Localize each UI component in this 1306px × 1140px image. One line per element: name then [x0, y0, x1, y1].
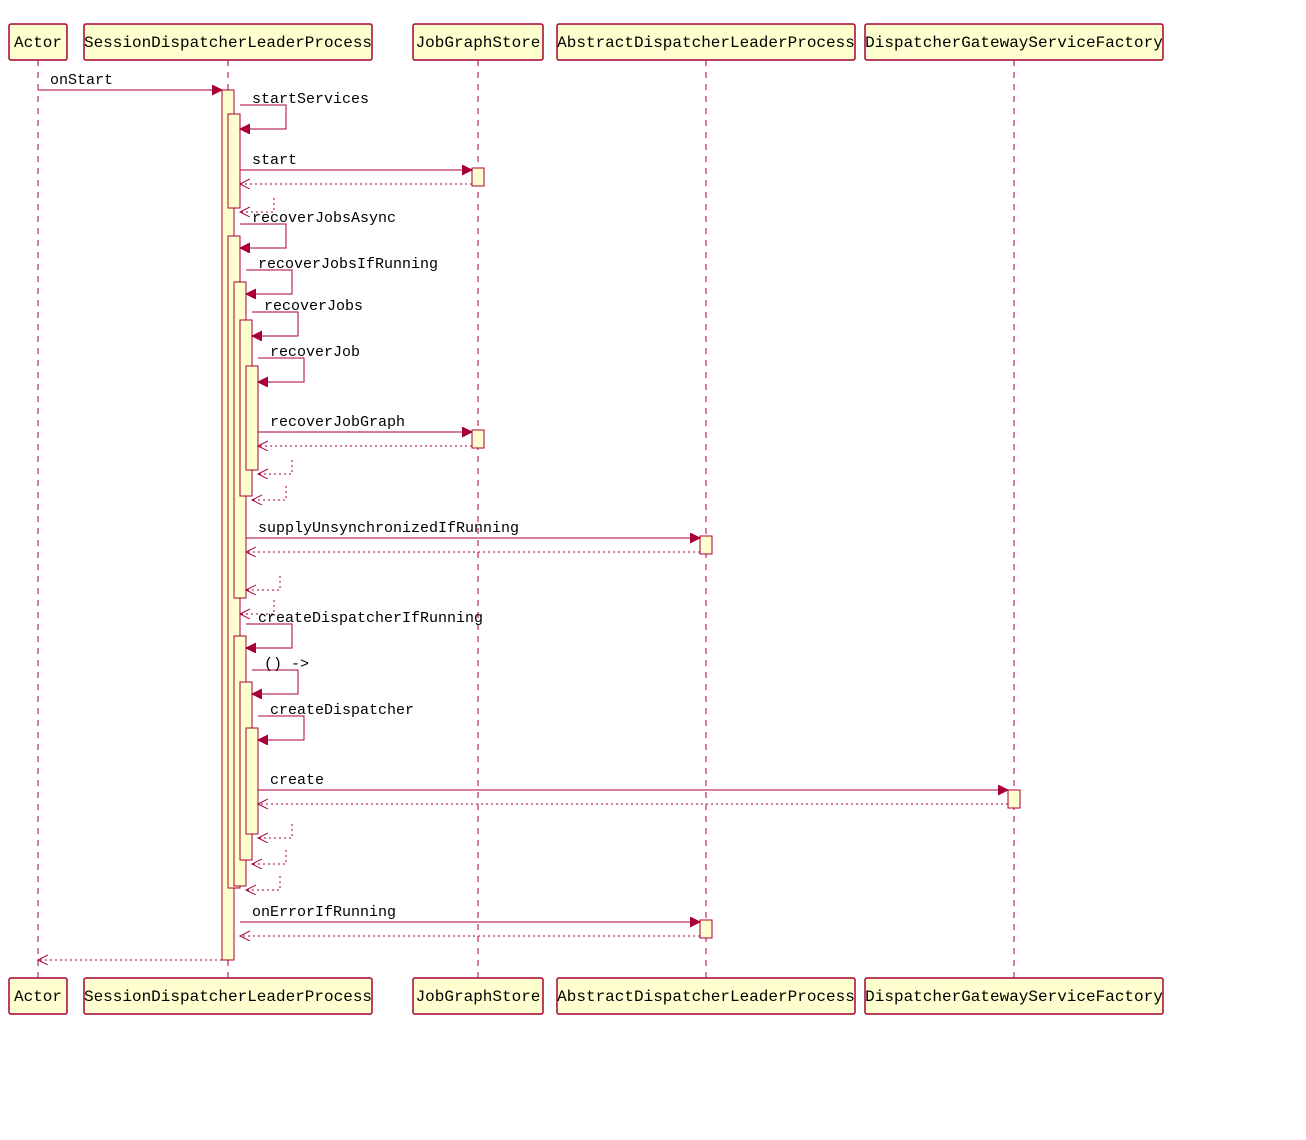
self-message [258, 716, 304, 740]
participant-jgs: JobGraphStore [413, 24, 543, 60]
self-message [258, 358, 304, 382]
participant-label: JobGraphStore [416, 988, 541, 1006]
participant-label: SessionDispatcherLeaderProcess [84, 988, 372, 1006]
message-label: recoverJob [270, 344, 360, 361]
participant-jgs: JobGraphStore [413, 978, 543, 1014]
activation [472, 168, 484, 186]
participant-label: Actor [14, 988, 62, 1006]
message-label: onStart [50, 72, 113, 89]
participant-sdlp: SessionDispatcherLeaderProcess [84, 978, 372, 1014]
message-label: recoverJobsIfRunning [258, 256, 438, 273]
self-message [246, 624, 292, 648]
message-label: onErrorIfRunning [252, 904, 396, 921]
self-return [252, 486, 286, 500]
message-label: () -> [264, 656, 309, 673]
activation [246, 728, 258, 834]
participant-label: JobGraphStore [416, 34, 541, 52]
activation [700, 920, 712, 938]
sequence-diagram: Actor Actor SessionDispatcherLeaderProcess… [0, 0, 1306, 1140]
activation [1008, 790, 1020, 808]
participant-actor: Actor [9, 978, 67, 1014]
participant-adlp: AbstractDispatcherLeaderProcess [557, 978, 855, 1014]
activation [472, 430, 484, 448]
message-label: supplyUnsynchronizedIfRunning [258, 520, 519, 537]
message-label: start [252, 152, 297, 169]
activation [228, 114, 240, 208]
self-return [246, 876, 280, 890]
self-message [246, 270, 292, 294]
participant-adlp: AbstractDispatcherLeaderProcess [557, 24, 855, 60]
self-return [258, 460, 292, 474]
activation [700, 536, 712, 554]
participant-dgsf: DispatcherGatewayServiceFactory [865, 978, 1163, 1014]
message-label: recoverJobsAsync [252, 210, 396, 227]
participant-label: DispatcherGatewayServiceFactory [865, 988, 1163, 1006]
self-message [240, 105, 286, 129]
self-message [252, 670, 298, 694]
self-message [240, 224, 286, 248]
participant-actor: Actor [9, 24, 67, 60]
message-label: create [270, 772, 324, 789]
message-label: createDispatcher [270, 702, 414, 719]
message-label: startServices [252, 91, 369, 108]
participant-sdlp: SessionDispatcherLeaderProcess [84, 24, 372, 60]
participant-label: DispatcherGatewayServiceFactory [865, 34, 1163, 52]
activation [246, 366, 258, 470]
self-message [252, 312, 298, 336]
participant-label: SessionDispatcherLeaderProcess [84, 34, 372, 52]
message-label: createDispatcherIfRunning [258, 610, 483, 627]
self-return [258, 824, 292, 838]
participant-dgsf: DispatcherGatewayServiceFactory [865, 24, 1163, 60]
message-label: recoverJobGraph [270, 414, 405, 431]
participant-label: Actor [14, 34, 62, 52]
participant-label: AbstractDispatcherLeaderProcess [557, 34, 855, 52]
participant-label: AbstractDispatcherLeaderProcess [557, 988, 855, 1006]
message-label: recoverJobs [264, 298, 363, 315]
self-return [246, 576, 280, 590]
self-return [252, 850, 286, 864]
